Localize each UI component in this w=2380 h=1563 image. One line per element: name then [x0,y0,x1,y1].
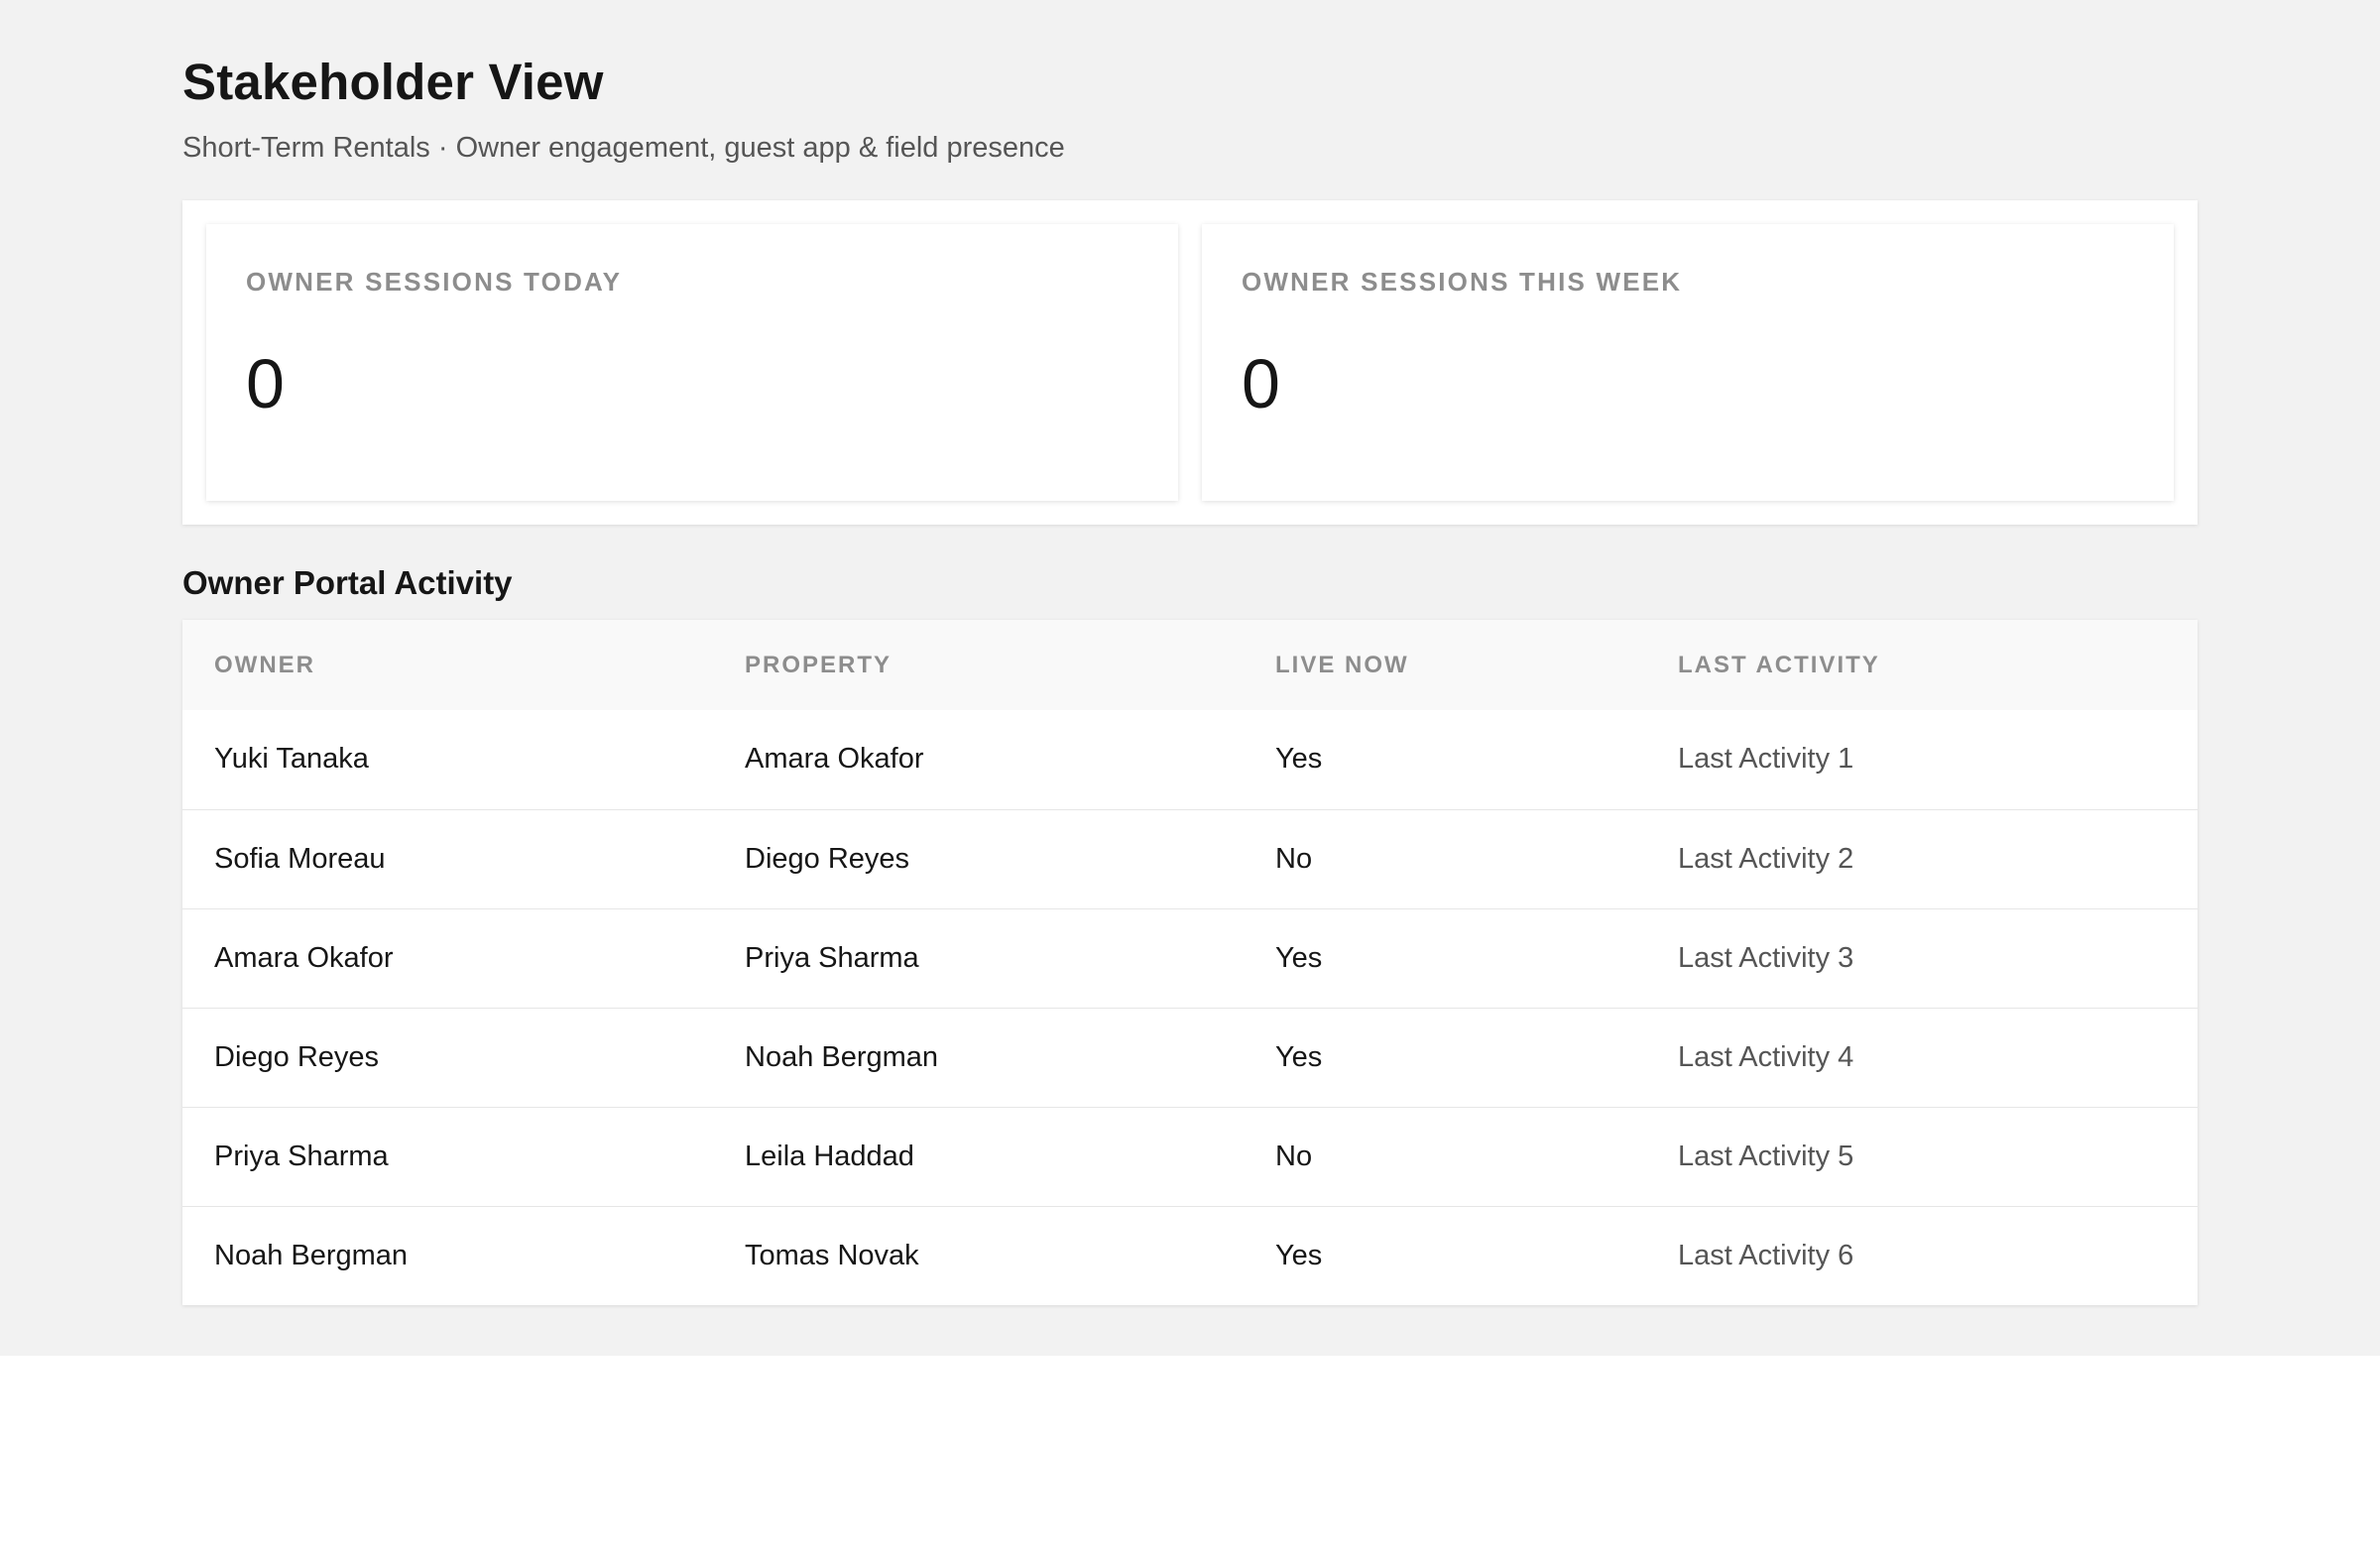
live-now-cell: Yes [1275,941,1323,974]
table-row: Diego Reyes Noah Bergman Yes Last Activi… [182,1008,2198,1107]
column-header-property: PROPERTY [745,651,892,678]
page-title: Stakeholder View [182,54,604,110]
kpi-card-owner-sessions-today: OWNER SESSIONS TODAY 0 [206,224,1178,501]
owner-cell: Noah Bergman [214,1239,409,1271]
owner-activity-table: OWNER PROPERTY LIVE NOW LAST ACTIVITY Yu… [182,620,2198,1305]
kpi-label: OWNER SESSIONS TODAY [246,267,623,297]
kpi-value: 0 [1242,345,1280,422]
owner-cell: Diego Reyes [214,1040,380,1073]
kpi-value: 0 [246,345,285,422]
last-activity-cell: Last Activity 2 [1678,842,1854,875]
column-header-last-activity: LAST ACTIVITY [1678,651,1880,678]
last-activity-cell: Last Activity 3 [1678,941,1854,974]
owner-cell: Priya Sharma [214,1140,389,1172]
last-activity-cell: Last Activity 5 [1678,1140,1854,1172]
table-header-row: OWNER PROPERTY LIVE NOW LAST ACTIVITY [182,620,2198,710]
last-activity-cell: Last Activity 6 [1678,1239,1854,1271]
section-title-owner-portal-activity: Owner Portal Activity [182,564,513,601]
live-now-cell: No [1275,842,1313,875]
property-cell: Amara Okafor [745,743,924,776]
last-activity-cell: Last Activity 1 [1678,743,1854,776]
kpi-panel: OWNER SESSIONS TODAY 0 OWNER SESSIONS TH… [182,200,2198,525]
table-header: OWNER PROPERTY LIVE NOW LAST ACTIVITY [182,620,2198,710]
kpi-card-owner-sessions-this-week: OWNER SESSIONS THIS WEEK 0 [1202,224,2174,501]
last-activity-cell: Last Activity 4 [1678,1040,1854,1073]
owner-cell: Sofia Moreau [214,842,386,875]
stakeholder-view-page: Stakeholder View Short-Term Rentals · Ow… [0,0,2380,1356]
table-row: Priya Sharma Leila Haddad No Last Activi… [182,1107,2198,1206]
live-now-cell: Yes [1275,1239,1323,1271]
property-cell: Leila Haddad [745,1140,914,1172]
owner-activity-table-card: OWNER PROPERTY LIVE NOW LAST ACTIVITY Yu… [182,620,2198,1305]
live-now-cell: Yes [1275,1040,1323,1073]
table-row: Amara Okafor Priya Sharma Yes Last Activ… [182,908,2198,1008]
table-row: Yuki Tanaka Amara Okafor Yes Last Activi… [182,710,2198,809]
column-header-live-now: LIVE NOW [1275,651,1409,678]
owner-cell: Yuki Tanaka [214,743,369,776]
property-cell: Diego Reyes [745,842,910,875]
property-cell: Priya Sharma [745,941,919,974]
page-subtitle: Short-Term Rentals · Owner engagement, g… [182,132,1065,164]
property-cell: Tomas Novak [745,1239,919,1271]
property-cell: Noah Bergman [745,1040,939,1073]
table-row: Noah Bergman Tomas Novak Yes Last Activi… [182,1206,2198,1305]
table-row: Sofia Moreau Diego Reyes No Last Activit… [182,809,2198,908]
column-header-owner: OWNER [214,651,315,678]
live-now-cell: Yes [1275,743,1323,776]
live-now-cell: No [1275,1140,1313,1172]
table-body: Yuki Tanaka Amara Okafor Yes Last Activi… [182,710,2198,1305]
owner-cell: Amara Okafor [214,941,394,974]
kpi-label: OWNER SESSIONS THIS WEEK [1242,267,1683,297]
